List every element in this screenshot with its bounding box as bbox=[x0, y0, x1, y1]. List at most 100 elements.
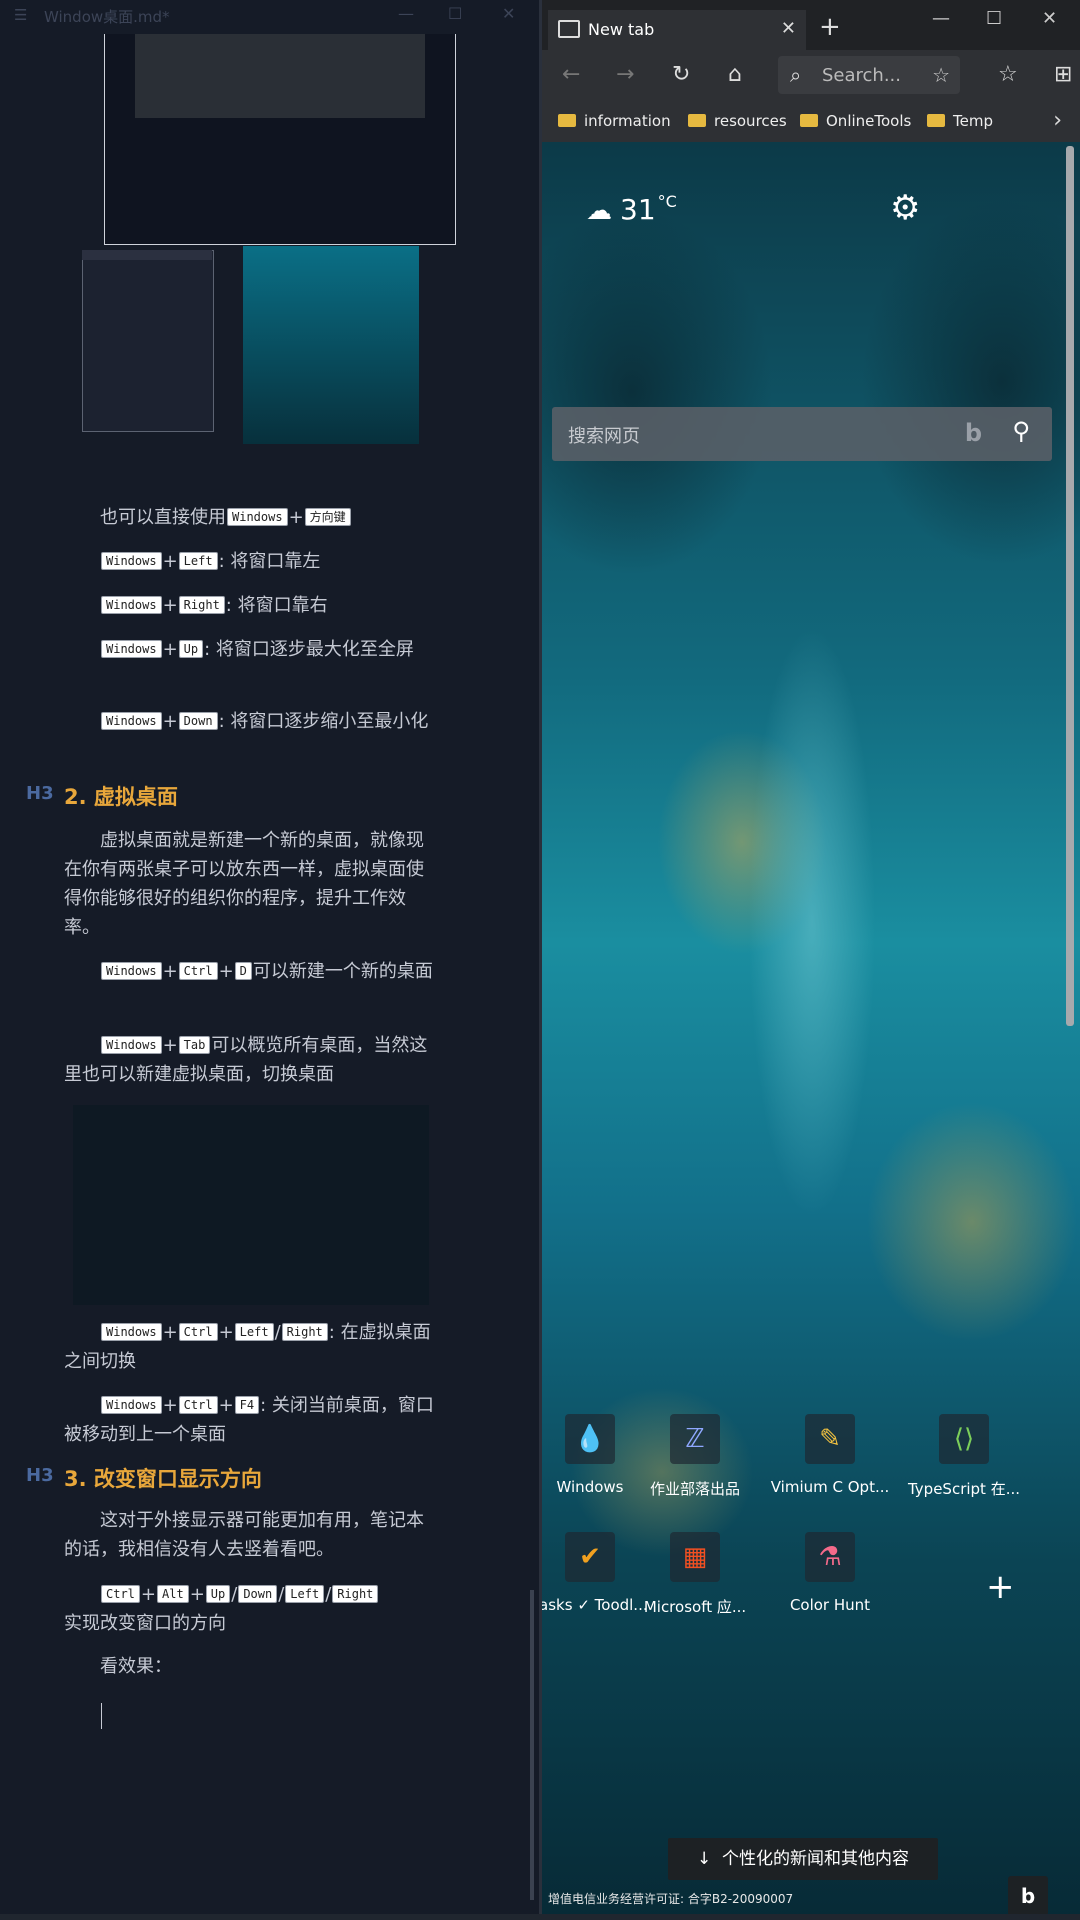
paragraph: 也可以直接使用 Windows + 方向键 bbox=[64, 503, 436, 532]
screenshot-content bbox=[135, 34, 425, 118]
paragraph: Windows + Ctrl + D 可以新建一个新的桌面 bbox=[64, 957, 436, 986]
search-placeholder: Search... bbox=[822, 65, 902, 86]
forward-icon[interactable]: → bbox=[616, 62, 634, 87]
favorites-icon[interactable]: ☆ bbox=[998, 62, 1018, 87]
folder-icon bbox=[558, 114, 576, 127]
paragraph: Windows + Tab 可以概览所有桌面，当然这里也可以新建虚拟桌面，切换桌面 bbox=[64, 1031, 436, 1089]
quick-link-tile[interactable]: ▦ Microsoft 应... bbox=[635, 1532, 755, 1617]
bottom-edge bbox=[0, 1914, 1080, 1920]
favorite-label: Temp bbox=[953, 112, 993, 130]
close-icon[interactable]: ✕ bbox=[1042, 8, 1057, 29]
refresh-icon[interactable]: ↻ bbox=[672, 62, 690, 87]
slash: / bbox=[231, 1584, 238, 1605]
tile-label: 作业部落出品 bbox=[649, 1480, 740, 1498]
minimize-icon[interactable]: — bbox=[398, 4, 414, 23]
key: Windows bbox=[101, 1396, 162, 1414]
favorite-folder[interactable]: Temp bbox=[927, 112, 993, 130]
close-icon[interactable]: ✕ bbox=[502, 4, 515, 23]
plus: + bbox=[162, 551, 178, 572]
personalized-news-button[interactable]: ↓ 个性化的新闻和其他内容 bbox=[668, 1838, 938, 1880]
slash: / bbox=[274, 1322, 281, 1343]
favorites-bar: information resources OnlineTools Temp › bbox=[542, 102, 1080, 142]
chevron-right-icon[interactable]: › bbox=[1053, 108, 1062, 133]
collections-icon[interactable]: ⊞ bbox=[1054, 62, 1072, 87]
menu-icon[interactable]: ☰ bbox=[14, 6, 27, 24]
home-icon[interactable]: ⌂ bbox=[728, 62, 742, 87]
favorite-label: information bbox=[584, 112, 671, 130]
tab-new-tab[interactable]: New tab ✕ bbox=[548, 10, 806, 50]
icp-license-text[interactable]: 增值电信业务经营许可证: 合字B2-20090007 bbox=[548, 1890, 793, 1907]
weather-unit: °C bbox=[657, 192, 677, 211]
vimium-icon: ✎ bbox=[805, 1414, 855, 1464]
key: Windows bbox=[227, 508, 288, 526]
tile-label: Windows bbox=[556, 1478, 624, 1496]
new-tab-page: ☁ 31 °C ⚙ 搜索网页 b ⚲ 💧 Windows ℤ 作业部落出品 ✎ Vi… bbox=[542, 142, 1080, 1920]
quick-link-tile[interactable]: ⚗ Color Hunt bbox=[770, 1532, 890, 1614]
quick-link-tile[interactable]: ℤ 作业部落出品 bbox=[635, 1414, 755, 1499]
favorite-folder[interactable]: resources bbox=[688, 112, 787, 130]
slash: / bbox=[278, 1584, 285, 1605]
minimize-icon[interactable]: — bbox=[932, 8, 950, 29]
text-cursor[interactable] bbox=[101, 1703, 102, 1729]
address-search-box[interactable]: ⌕ Search... ☆ bbox=[778, 56, 960, 94]
key: Up bbox=[205, 1585, 231, 1603]
markdown-editor: ☰ Window桌面.md* — ☐ ✕ 也可以直接使用 Windows + 方向键 … bbox=[0, 0, 541, 1920]
key: Right bbox=[281, 1323, 328, 1341]
key: Up bbox=[178, 640, 204, 658]
quick-link-tile[interactable]: ⟨⟩ TypeScript 在... bbox=[904, 1414, 1024, 1499]
bing-search-box[interactable]: 搜索网页 b ⚲ bbox=[552, 407, 1052, 461]
paragraph: Windows + Ctrl + Left / Right: 在虚拟桌面之间切换 bbox=[64, 1318, 436, 1376]
gear-icon[interactable]: ⚙ bbox=[890, 188, 920, 228]
text: 虚拟桌面就是新建一个新的桌面，就像现在你有两张桌子可以放东西一样，虚拟桌面使得你… bbox=[64, 830, 424, 938]
plus: + bbox=[162, 1035, 178, 1056]
quick-link-tile[interactable]: 💧 Windows bbox=[542, 1414, 650, 1496]
key: F4 bbox=[234, 1396, 260, 1414]
paragraph: 看效果： bbox=[64, 1652, 436, 1681]
plus: + bbox=[162, 595, 178, 616]
favorite-label: OnlineTools bbox=[826, 112, 912, 130]
heading-virtual-desktop: 2. 虚拟桌面 bbox=[64, 785, 178, 809]
bing-icon[interactable]: b bbox=[1008, 1876, 1048, 1916]
text: 可以新建一个新的桌面 bbox=[252, 961, 433, 982]
star-icon[interactable]: ☆ bbox=[932, 63, 950, 87]
key: D bbox=[234, 962, 252, 980]
quick-link-tile[interactable]: ✔ Tasks ✓ Toodl... bbox=[542, 1532, 650, 1614]
key: Ctrl bbox=[178, 962, 218, 980]
maximize-icon[interactable]: ☐ bbox=[448, 4, 462, 23]
tile-label: Vimium C Opt... bbox=[770, 1478, 890, 1496]
tile-label: Tasks ✓ Toodl... bbox=[542, 1596, 648, 1614]
paragraph: 虚拟桌面就是新建一个新的桌面，就像现在你有两张桌子可以放东西一样，虚拟桌面使得你… bbox=[64, 826, 436, 942]
navigation-bar: ← → ↻ ⌂ ⌕ Search... ☆ ☆ ⊞ bbox=[542, 50, 1080, 102]
new-tab-button[interactable]: + bbox=[819, 12, 841, 42]
plus: + bbox=[218, 961, 234, 982]
plus: + bbox=[218, 1395, 234, 1416]
check-icon: ✔ bbox=[565, 1532, 615, 1582]
text: : 将窗口靠左 bbox=[218, 551, 321, 572]
text: 也可以直接使用 bbox=[100, 507, 226, 528]
slash: / bbox=[325, 1584, 332, 1605]
maximize-icon[interactable]: ☐ bbox=[986, 8, 1002, 29]
tab-bar: New tab ✕ + — ☐ ✕ bbox=[542, 0, 1080, 50]
add-tile-button[interactable]: + bbox=[986, 1567, 1015, 1607]
quick-link-tile[interactable]: ✎ Vimium C Opt... bbox=[770, 1414, 890, 1496]
embedded-thumbnail-browser bbox=[243, 246, 419, 444]
key: Right bbox=[332, 1585, 379, 1603]
text: : 将窗口逐步最大化至全屏 bbox=[204, 639, 414, 660]
tab-close-icon[interactable]: ✕ bbox=[781, 18, 796, 39]
back-icon[interactable]: ← bbox=[562, 62, 580, 87]
paragraph: Ctrl + Alt + Up / Down / Left / Right 实现改变窗口的方向 bbox=[64, 1580, 436, 1638]
favorite-folder[interactable]: information bbox=[558, 112, 671, 130]
embedded-screenshot-task-view bbox=[73, 1105, 429, 1305]
cloud-icon: ☁ bbox=[586, 196, 612, 226]
tab-page-icon bbox=[558, 20, 580, 38]
editor-scrollbar[interactable] bbox=[530, 1590, 534, 1900]
search-icon[interactable]: ⚲ bbox=[1012, 417, 1030, 445]
paragraph: Windows + Down: 将窗口逐步缩小至最小化 bbox=[64, 707, 436, 736]
favorite-folder[interactable]: OnlineTools bbox=[800, 112, 911, 130]
weather-widget[interactable]: ☁ 31 °C bbox=[586, 192, 677, 226]
editor-titlebar: ☰ Window桌面.md* — ☐ ✕ bbox=[0, 0, 541, 34]
bing-search-placeholder: 搜索网页 bbox=[568, 426, 640, 447]
plus: + bbox=[189, 1584, 205, 1605]
paragraph: Windows + Up: 将窗口逐步最大化至全屏 bbox=[64, 635, 436, 664]
page-scrollbar[interactable] bbox=[1066, 146, 1074, 1026]
